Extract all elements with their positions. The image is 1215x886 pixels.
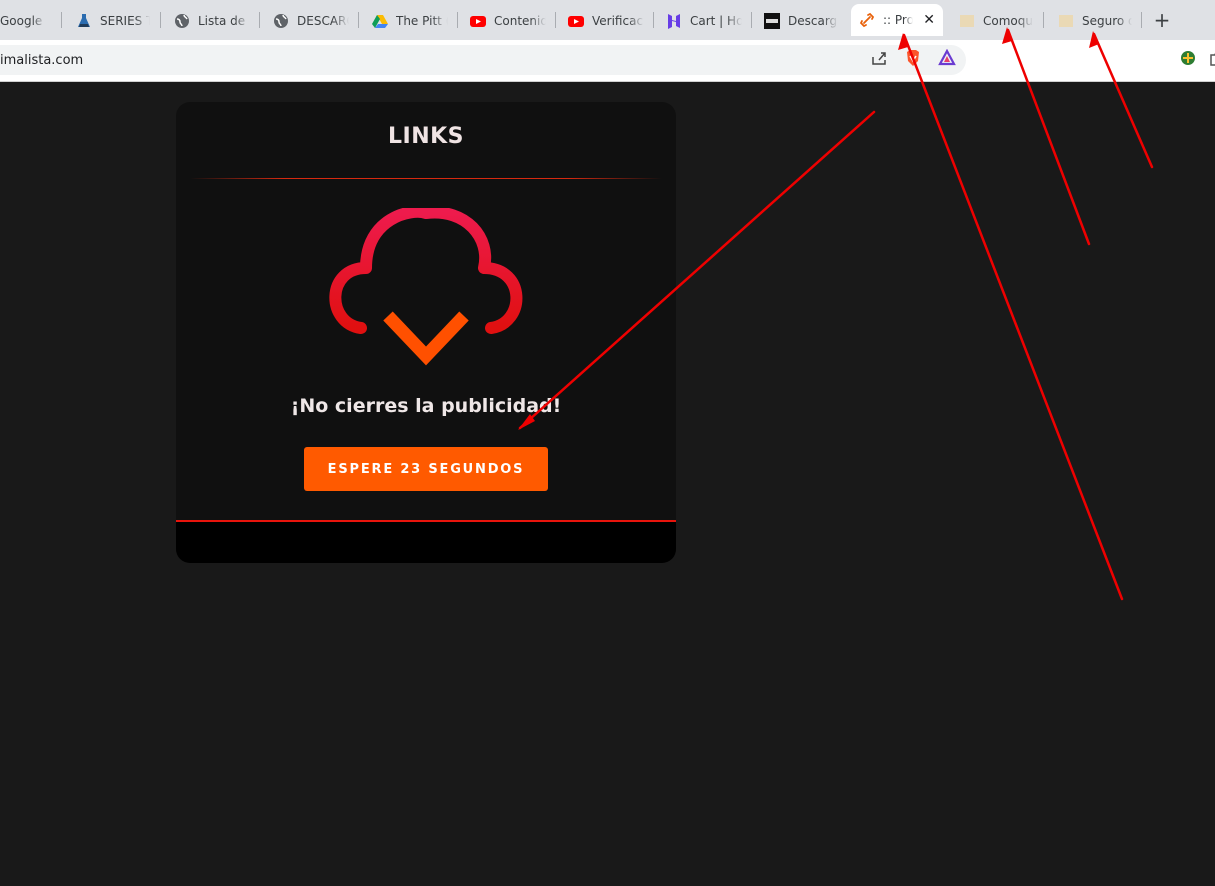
brave-rewards-icon[interactable] <box>938 48 956 71</box>
tab[interactable]: SERIES TV <box>68 6 158 36</box>
tab-separator <box>259 12 260 28</box>
new-tab-button[interactable]: + <box>1150 8 1174 32</box>
drive-icon <box>372 13 388 29</box>
youtube-icon <box>470 13 486 29</box>
tab[interactable]: Verificaci <box>560 6 652 36</box>
site-logo-icon <box>764 13 780 29</box>
tab-title: Lista de p <box>198 14 250 28</box>
folder-icon <box>959 13 975 29</box>
tab-strip: Google D SERIES TV Lista de p DESCARG Th… <box>0 0 1215 40</box>
flask-icon <box>76 13 92 29</box>
url-text[interactable]: imalista.com <box>0 53 83 68</box>
link-icon <box>859 12 875 28</box>
tab-separator <box>1141 12 1142 28</box>
tab-separator <box>160 12 161 28</box>
tab-title: Contenid <box>494 14 546 28</box>
share-icon[interactable] <box>870 49 888 71</box>
tab-separator <box>1043 12 1044 28</box>
cloud-download-icon <box>326 205 526 368</box>
tab-active[interactable]: :: Pro ✕ <box>851 4 943 36</box>
tab-title: Comoqu <box>983 14 1033 28</box>
tab-separator <box>457 12 458 28</box>
toolbar: imalista.com <box>0 40 1215 82</box>
tab-title: :: Pro <box>883 13 913 27</box>
tab-title: SERIES TV <box>100 14 150 28</box>
wait-countdown-button[interactable]: ESPERE 23 SEGUNDOS <box>304 447 548 491</box>
hostinger-icon <box>666 13 682 29</box>
folder-icon <box>1058 13 1074 29</box>
title-divider <box>190 178 662 179</box>
tab-title: Cart | Ho <box>690 14 742 28</box>
tab-separator <box>358 12 359 28</box>
puzzle-icon[interactable] <box>1209 49 1215 71</box>
youtube-icon <box>568 13 584 29</box>
tab-title: Descarga <box>788 14 838 28</box>
notice-text: ¡No cierres la publicidad! <box>290 395 562 417</box>
close-icon[interactable]: ✕ <box>923 12 935 28</box>
globe-icon <box>273 13 289 29</box>
brave-shield-icon[interactable] <box>904 49 922 71</box>
tab[interactable]: Comoqu <box>951 6 1041 36</box>
globe-icon <box>174 13 190 29</box>
tab[interactable]: DESCARG <box>265 6 357 36</box>
tab[interactable]: Descarga <box>756 6 846 36</box>
tab-title: Verificaci <box>592 14 644 28</box>
tab[interactable]: Google D <box>0 6 54 36</box>
links-card: LINKS ¡No cierres la publicidad! ESPERE … <box>176 102 676 563</box>
tab-title: DESCARG <box>297 14 349 28</box>
tab-separator <box>555 12 556 28</box>
tab[interactable]: Seguro d <box>1050 6 1140 36</box>
tab-separator <box>653 12 654 28</box>
tab-title: Google D <box>0 14 46 28</box>
tab-title: The Pitt ( <box>396 14 448 28</box>
tab-separator <box>751 12 752 28</box>
card-title: LINKS <box>387 124 464 149</box>
card-footer <box>176 520 676 563</box>
annotation-arrow <box>902 33 1124 601</box>
tab[interactable]: The Pitt ( <box>364 6 456 36</box>
address-bar[interactable]: imalista.com <box>0 45 966 75</box>
extension-icon[interactable] <box>1179 49 1197 71</box>
tab-title: Seguro d <box>1082 14 1132 28</box>
tab-separator <box>61 12 62 28</box>
tab[interactable]: Contenid <box>462 6 554 36</box>
tab[interactable]: Lista de p <box>166 6 258 36</box>
tab[interactable]: Cart | Ho <box>658 6 750 36</box>
